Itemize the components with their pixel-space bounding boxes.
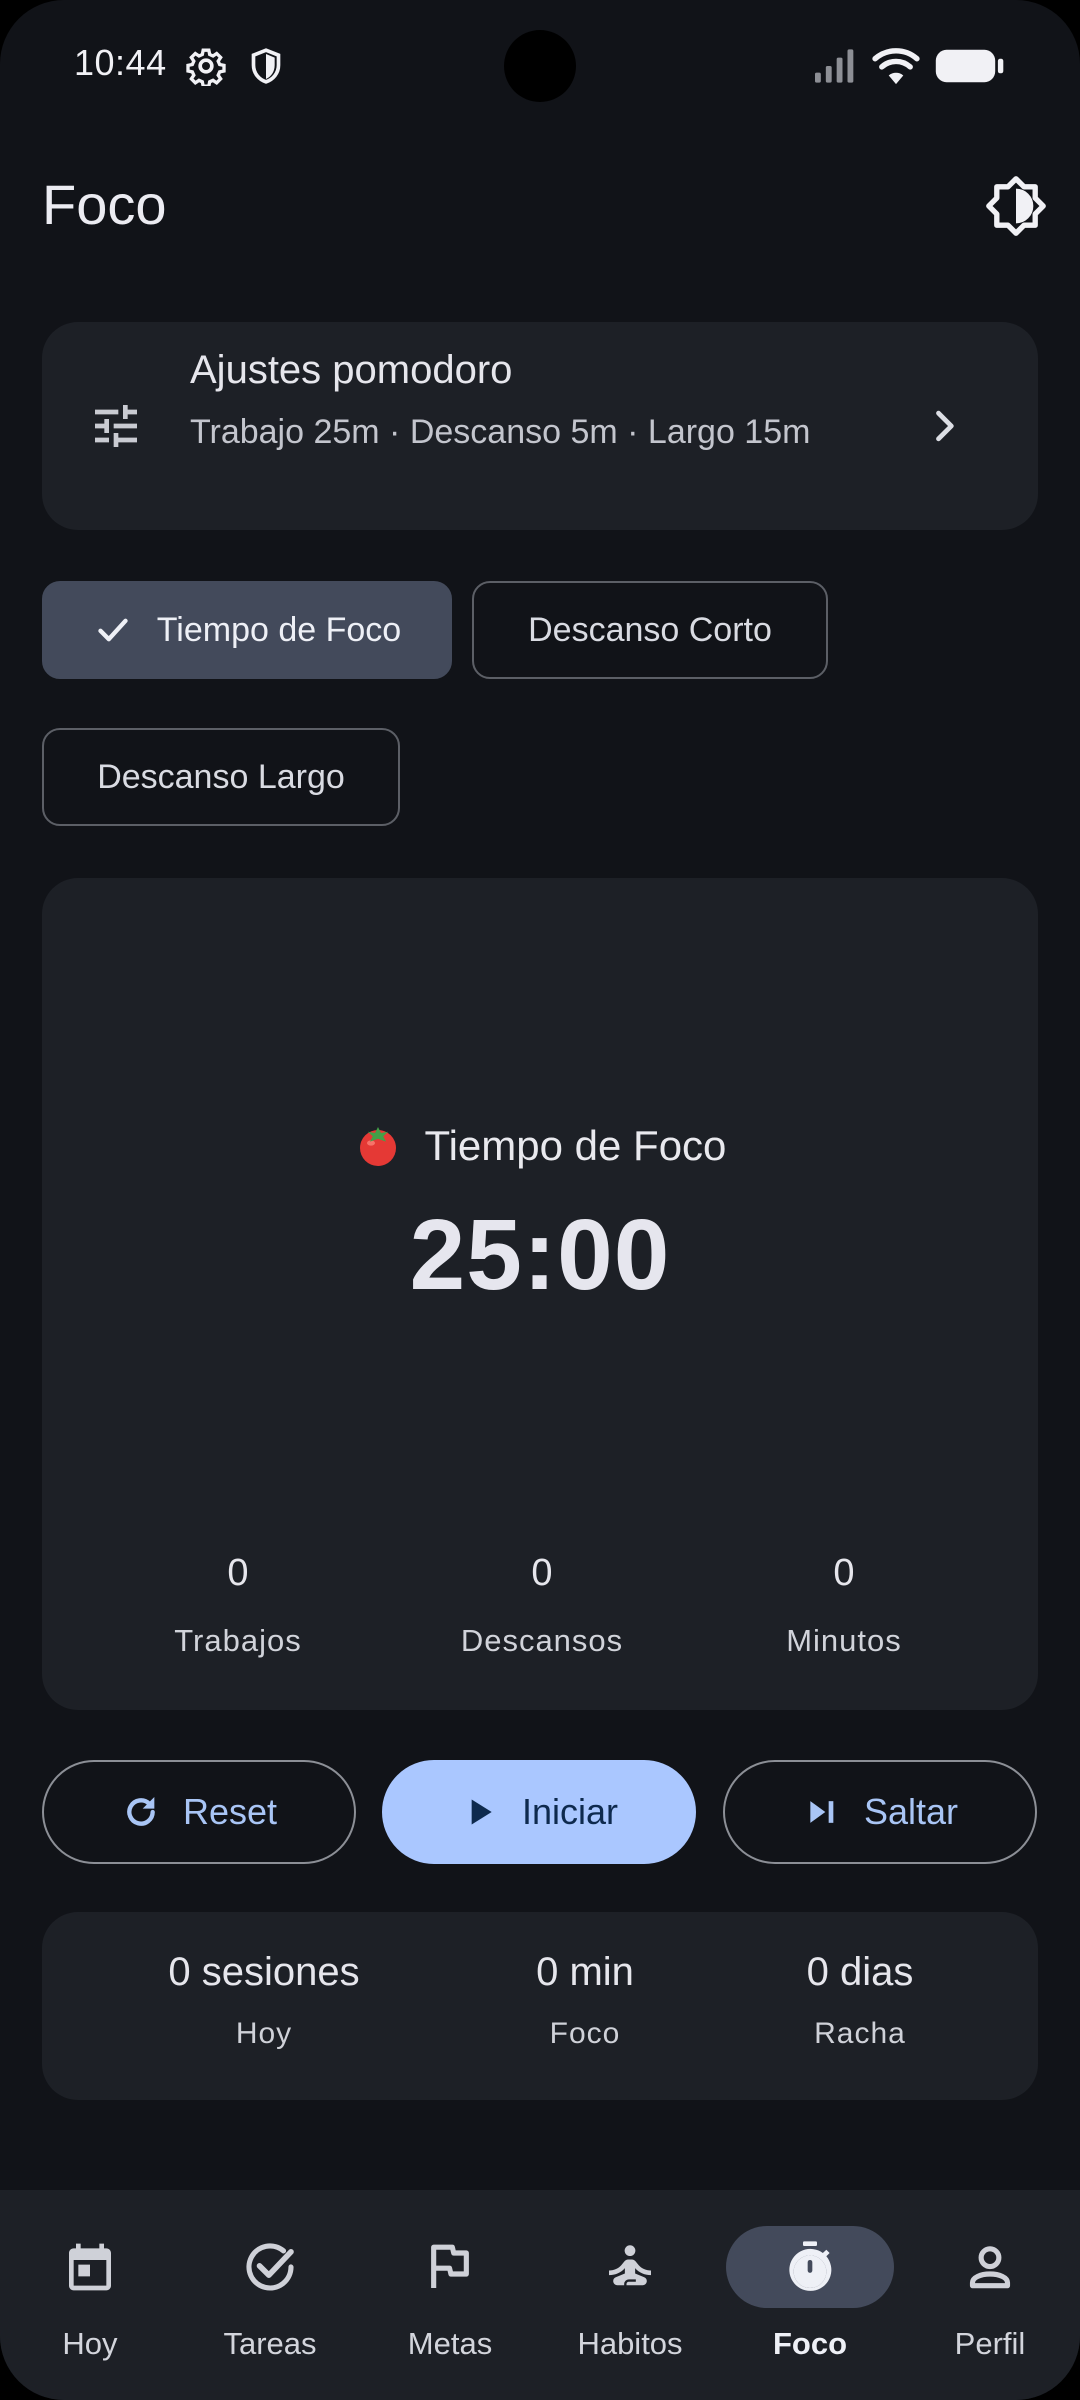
nav-icon-container bbox=[6, 2226, 174, 2308]
stat-value: 0 bbox=[833, 1552, 855, 1594]
chip-label: Descanso Corto bbox=[528, 610, 772, 649]
nav-icon-container bbox=[906, 2226, 1074, 2308]
summary-label: Racha bbox=[814, 2017, 906, 2050]
skip-label: Saltar bbox=[863, 1791, 959, 1832]
pomodoro-settings-card[interactable]: Ajustes pomodoro Trabajo 25m · Descanso … bbox=[42, 322, 1038, 530]
nav-item-metas[interactable]: Metas bbox=[366, 2226, 534, 2362]
nav-label: Habitos bbox=[577, 2326, 683, 2361]
timer-mode: Tiempo de Foco bbox=[42, 1120, 1038, 1170]
start-button[interactable]: Iniciar bbox=[382, 1760, 696, 1864]
chevron-right-icon bbox=[936, 410, 954, 442]
nav-label: Hoy bbox=[62, 2326, 118, 2361]
calendar-icon bbox=[69, 2243, 111, 2291]
nav-label: Tareas bbox=[223, 2326, 317, 2361]
summary-label: Foco bbox=[549, 2017, 621, 2050]
skip-button[interactable]: Saltar bbox=[723, 1760, 1037, 1864]
page-title: Foco bbox=[42, 173, 167, 236]
person-icon bbox=[969, 2246, 1011, 2289]
start-label: Iniciar bbox=[521, 1791, 619, 1832]
tomato-icon bbox=[359, 1127, 396, 1166]
stat-value: 0 bbox=[227, 1552, 249, 1594]
settings-title: Ajustes pomodoro bbox=[190, 348, 513, 392]
summary-today: 0 sesiones Hoy bbox=[134, 1950, 394, 2051]
nav-label: Metas bbox=[407, 2326, 493, 2361]
summary-streak: 0 dias Racha bbox=[730, 1950, 990, 2051]
summary-value: 0 dias bbox=[806, 1950, 914, 1994]
settings-subtitle: Trabajo 25m · Descanso 5m · Largo 15m bbox=[190, 413, 811, 451]
chip-long-break[interactable]: Descanso Largo bbox=[42, 728, 400, 826]
settings-icon bbox=[186, 48, 226, 86]
front-camera bbox=[504, 30, 576, 102]
nav-item-foco[interactable]: Foco bbox=[726, 2226, 894, 2362]
meditation-icon bbox=[609, 2245, 651, 2286]
signal-icon bbox=[815, 49, 854, 83]
stat-label: Minutos bbox=[786, 1623, 902, 1658]
nav-icon-container bbox=[546, 2226, 714, 2308]
nav-icon-container bbox=[186, 2226, 354, 2308]
stat-breaks: 0 Descansos bbox=[422, 1552, 662, 1659]
summary-card: 0 sesiones Hoy 0 min Foco 0 dias Racha bbox=[42, 1912, 1038, 2100]
chip-focus-time[interactable]: Tiempo de Foco bbox=[42, 581, 452, 679]
reset-label: Reset bbox=[182, 1791, 278, 1832]
stat-label: Trabajos bbox=[174, 1623, 302, 1658]
shield-icon bbox=[251, 48, 281, 84]
check-circle-icon bbox=[246, 2243, 294, 2291]
timer-icon bbox=[789, 2241, 832, 2291]
nav-item-tareas[interactable]: Tareas bbox=[186, 2226, 354, 2362]
nav-label: Perfil bbox=[954, 2326, 1026, 2361]
reset-button[interactable]: Reset bbox=[42, 1760, 356, 1864]
tune-icon bbox=[95, 405, 137, 447]
stat-value: 0 bbox=[531, 1552, 553, 1594]
stat-work: 0 Trabajos bbox=[118, 1552, 358, 1659]
chip-label: Tiempo de Foco bbox=[156, 610, 402, 649]
nav-item-perfil[interactable]: Perfil bbox=[906, 2226, 1074, 2362]
nav-item-habitos[interactable]: Habitos bbox=[546, 2226, 714, 2362]
timer-display: 25:00 bbox=[409, 1199, 671, 1311]
phone-screen: 10:44 Foco Ajustes pomodoro Trabajo 25m … bbox=[0, 0, 1080, 2400]
nav-icon-container bbox=[726, 2226, 894, 2308]
nav-item-hoy[interactable]: Hoy bbox=[6, 2226, 174, 2362]
chip-short-break[interactable]: Descanso Corto bbox=[472, 581, 828, 679]
nav-label: Foco bbox=[772, 2326, 848, 2361]
skip-next-icon bbox=[810, 1801, 834, 1823]
chip-label: Descanso Largo bbox=[97, 757, 345, 796]
summary-focus: 0 min Foco bbox=[455, 1950, 715, 2051]
status-time: 10:44 bbox=[74, 42, 167, 83]
refresh-icon bbox=[127, 1797, 155, 1826]
summary-label: Hoy bbox=[235, 2017, 293, 2050]
bottom-navigation: Hoy Tareas Metas Habitos Foco Perfil bbox=[0, 2190, 1080, 2400]
summary-value: 0 sesiones bbox=[168, 1950, 360, 1994]
stat-label: Descansos bbox=[460, 1623, 624, 1658]
timer-card: Tiempo de Foco 25:00 0 Trabajos 0 Descan… bbox=[42, 878, 1038, 1710]
status-bar: 10:44 bbox=[0, 0, 1080, 130]
battery-icon bbox=[935, 49, 1004, 83]
wifi-icon bbox=[872, 48, 920, 85]
play-icon bbox=[471, 1799, 492, 1825]
check-icon bbox=[98, 618, 128, 642]
nav-icon-container bbox=[366, 2226, 534, 2308]
brightness-icon[interactable] bbox=[984, 174, 1048, 238]
flag-icon bbox=[431, 2244, 469, 2288]
stat-minutes: 0 Minutos bbox=[724, 1552, 964, 1659]
timer-mode-label: Tiempo de Foco bbox=[424, 1122, 727, 1169]
summary-value: 0 min bbox=[536, 1950, 634, 1994]
